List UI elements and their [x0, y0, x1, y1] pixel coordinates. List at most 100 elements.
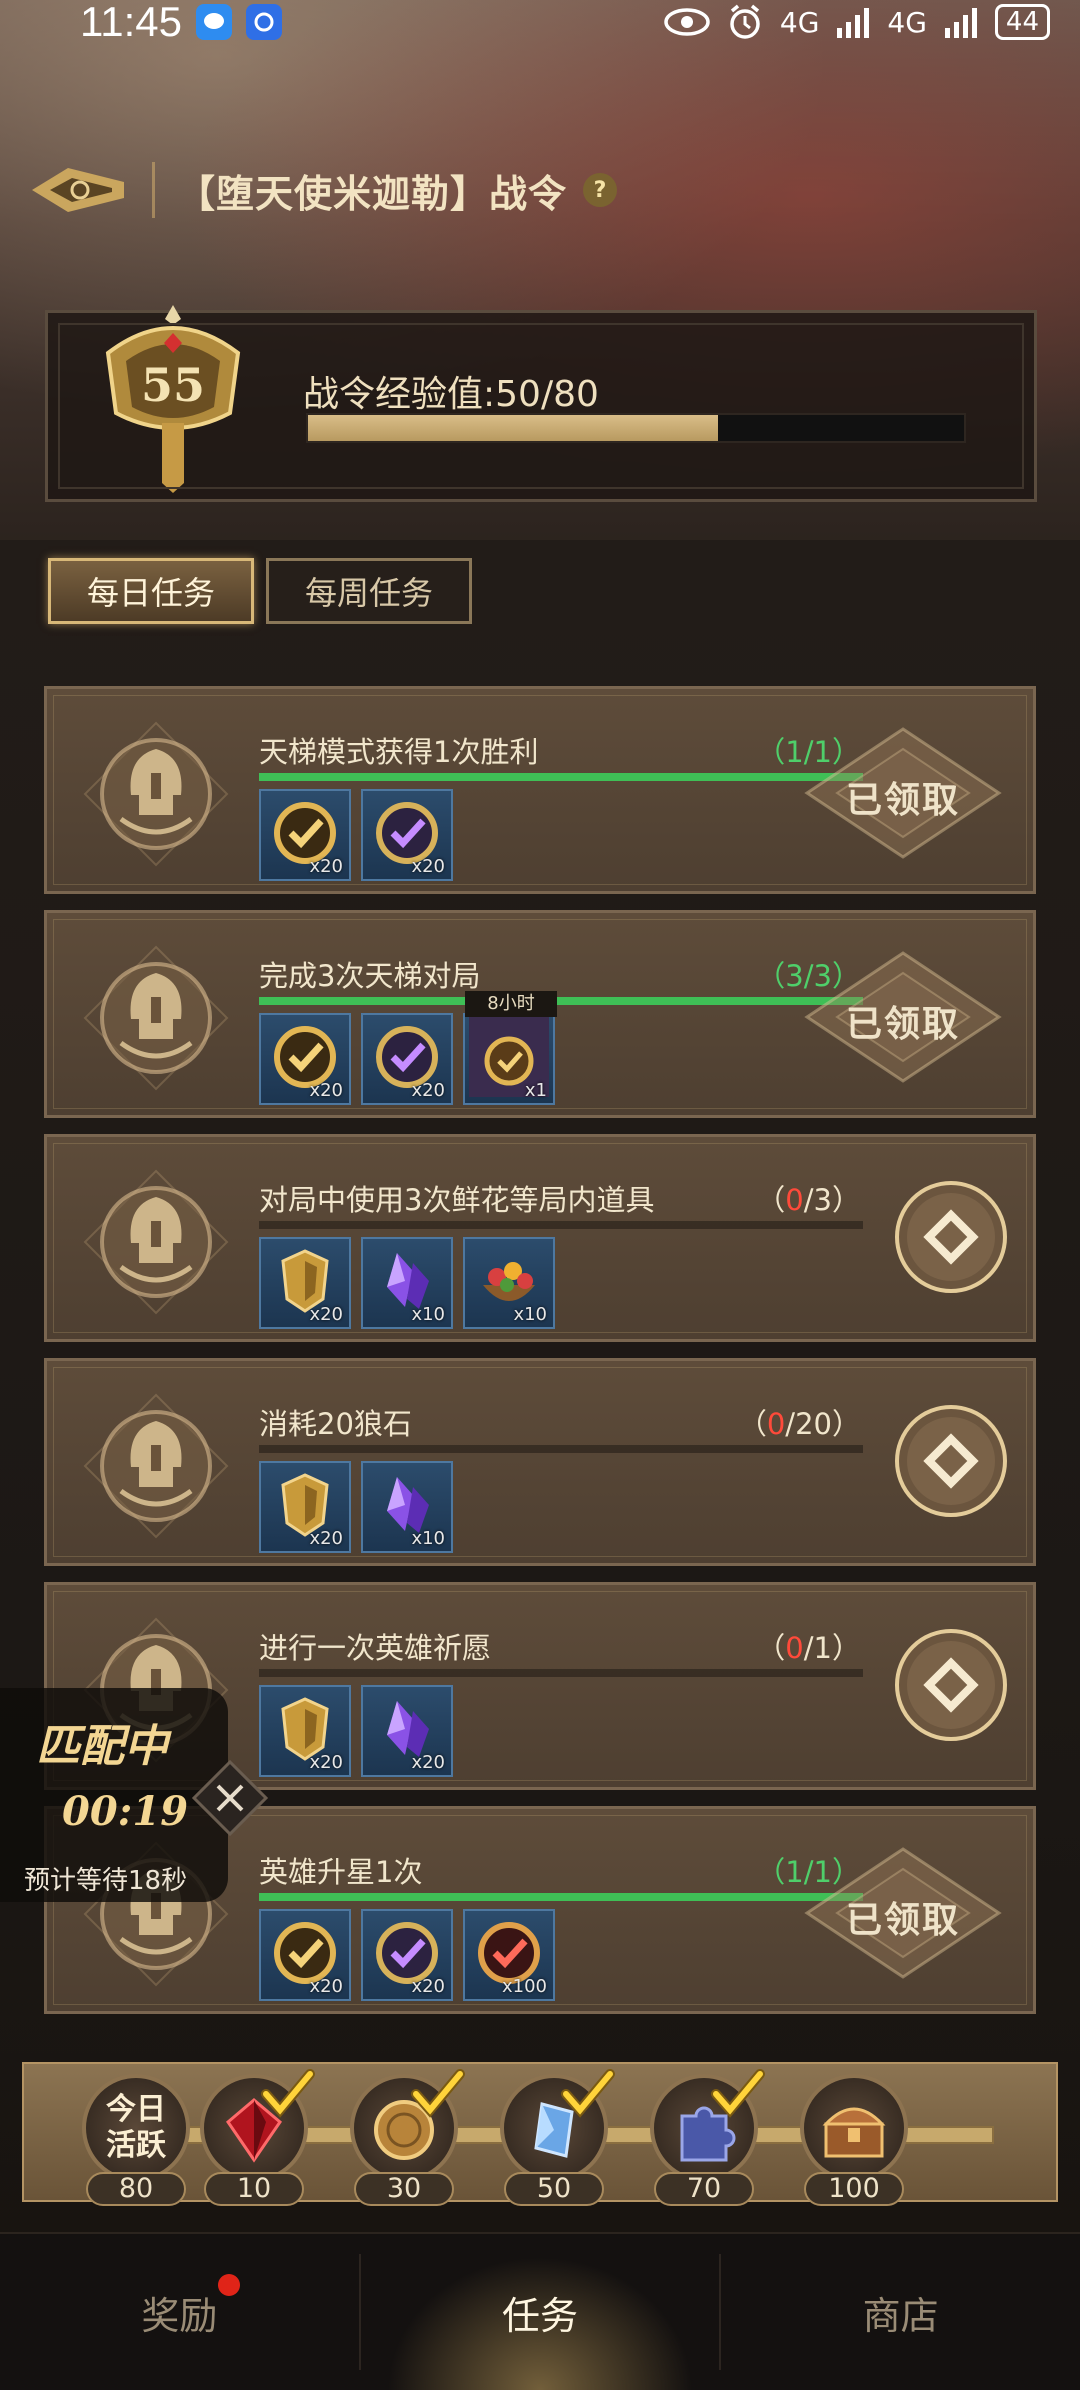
reward-item[interactable]: x20 — [259, 1909, 351, 2001]
reward-item[interactable]: x20 — [259, 1461, 351, 1553]
exp-label: 战令经验值:50/80 — [303, 374, 599, 415]
task-progress-done: 1 — [785, 1855, 804, 1889]
reward-quantity: x20 — [411, 1752, 445, 1773]
level-number: 55 — [141, 358, 205, 412]
go-arrow-icon — [893, 1181, 1009, 1299]
reward-quantity: x20 — [309, 856, 343, 877]
status-time: 11:45 — [80, 0, 182, 45]
network-label-1: 4G — [779, 5, 820, 39]
reward-item[interactable]: x20 — [361, 1013, 453, 1105]
task-progress-fill — [259, 997, 863, 1005]
exp-progress-bar — [306, 413, 966, 443]
task-progress-text: （0/1） — [756, 1631, 861, 1665]
nav-tasks[interactable]: 任务 — [360, 2234, 720, 2390]
tab-weekly-tasks[interactable]: 每周任务 — [266, 558, 472, 624]
battle-pass-exp-panel: 55 战令经验值:50/80 — [45, 305, 1037, 502]
reward-item[interactable]: x10 — [463, 1237, 555, 1329]
reward-item[interactable]: x20 — [259, 789, 351, 881]
claimed-badge: 已领取 — [803, 949, 1003, 1085]
notification-dot — [218, 2274, 240, 2296]
alarm-icon — [730, 4, 760, 39]
reward-quantity: x20 — [309, 1304, 343, 1325]
reward-quantity: x20 — [411, 1080, 445, 1101]
nav-label: 奖励 — [141, 2293, 218, 2338]
matching-title: 匹配中 — [36, 1721, 168, 1772]
milestone-value: 10 — [204, 2172, 304, 2206]
today-activity-node: 今日 活跃 80 — [76, 2072, 196, 2206]
reward-item[interactable]: x100 — [463, 1909, 555, 2001]
milestone-value: 70 — [654, 2172, 754, 2206]
nav-shop[interactable]: 商店 — [721, 2234, 1080, 2390]
signal-icon — [944, 8, 977, 38]
task-progress-text: （0/3） — [756, 1183, 861, 1217]
network-label-2: 4G — [887, 5, 927, 39]
reward-quantity: x10 — [411, 1528, 445, 1549]
back-arrow-icon — [32, 168, 124, 212]
task-name: 天梯模式获得1次胜利 — [259, 735, 539, 769]
claimed-check-icon — [260, 2066, 316, 2122]
task-progress-total: 20 — [795, 1407, 832, 1441]
task-progress-done: 0 — [785, 1631, 804, 1665]
reward-quantity: x20 — [309, 1752, 343, 1773]
task-progress-total: 1 — [813, 1631, 832, 1665]
tab-daily-tasks[interactable]: 每日任务 — [48, 558, 254, 624]
task-rewards: x20 x20 x100 — [259, 1909, 555, 2001]
daily-activity-bar: 今日 活跃 80 10 30 50 70 100 — [22, 2062, 1058, 2206]
task-progress-done: 0 — [785, 1183, 804, 1217]
task-progress-bar — [259, 1893, 863, 1901]
activity-milestone[interactable]: 50 — [494, 2069, 615, 2206]
battery-indicator: 44 — [994, 4, 1050, 40]
task-progress-total: 3 — [813, 1183, 832, 1217]
task-card: 完成3次天梯对局 （3/3） x20 x20 x1 8小时 已领取 — [44, 910, 1036, 1118]
reward-item[interactable]: x10 — [361, 1461, 453, 1553]
nav-rewards[interactable]: 奖励 — [0, 2234, 359, 2390]
exp-progress-fill — [308, 415, 718, 441]
activity-milestone[interactable]: 70 — [644, 2069, 765, 2206]
task-progress-bar — [259, 773, 863, 781]
reward-item[interactable]: x20 — [361, 789, 453, 881]
matching-timer: 00:19 — [62, 1788, 189, 1835]
activity-milestone[interactable]: 100 — [794, 2072, 914, 2206]
reward-quantity: x10 — [513, 1304, 547, 1325]
reward-item[interactable]: x1 8小时 — [463, 991, 557, 1105]
today-activity-label-line1: 今日 — [106, 2092, 166, 2127]
matching-wait-text: 预计等待18秒 — [24, 1866, 188, 1896]
reward-quantity: x100 — [501, 1976, 547, 1997]
reward-item[interactable]: x20 — [361, 1909, 453, 2001]
task-tabs: 每日任务 每周任务 — [48, 558, 472, 624]
signal-icon — [837, 8, 870, 38]
message-app-icon — [196, 4, 232, 40]
cancel-matching-close-icon[interactable] — [190, 1758, 270, 1838]
reward-item[interactable]: x20 — [259, 1013, 351, 1105]
help-icon[interactable]: ? — [583, 173, 618, 207]
claimed-badge: 已领取 — [803, 1845, 1003, 1981]
claimed-label: 已领取 — [845, 1900, 960, 1941]
reward-quantity: x20 — [411, 1976, 445, 1997]
nav-label: 商店 — [862, 2293, 939, 2338]
task-rewards: x20 x20 — [259, 789, 453, 881]
task-rewards: x20 x10 x10 — [259, 1237, 555, 1329]
spartan-helmet-emblem-icon — [81, 1167, 231, 1317]
activity-milestone[interactable]: 30 — [344, 2069, 465, 2206]
bottom-navigation: 奖励 任务 商店 — [0, 2232, 1080, 2390]
go-to-task-button[interactable] — [893, 1403, 1009, 1519]
reward-item[interactable]: x10 — [361, 1237, 453, 1329]
reward-item[interactable]: x20 — [361, 1685, 453, 1777]
nav-label: 任务 — [502, 2293, 579, 2338]
task-progress-bar — [259, 1445, 863, 1453]
activity-milestone[interactable]: 10 — [194, 2069, 315, 2206]
task-name: 对局中使用3次鲜花等局内道具 — [259, 1183, 655, 1217]
reward-quantity: x1 — [524, 1080, 547, 1101]
eye-icon — [664, 8, 710, 36]
go-arrow-icon — [893, 1405, 1009, 1523]
reward-item[interactable]: x20 — [259, 1237, 351, 1329]
task-progress-text: （0/20） — [737, 1407, 861, 1441]
claimed-check-icon — [410, 2066, 466, 2122]
reward-item[interactable]: x20 — [259, 1685, 351, 1777]
claimed-label: 已领取 — [845, 1004, 960, 1045]
back-button[interactable] — [28, 160, 128, 220]
spartan-helmet-emblem-icon — [81, 719, 231, 869]
go-to-task-button[interactable] — [893, 1627, 1009, 1743]
go-to-task-button[interactable] — [893, 1179, 1009, 1295]
task-rewards: x20 x10 — [259, 1461, 453, 1553]
